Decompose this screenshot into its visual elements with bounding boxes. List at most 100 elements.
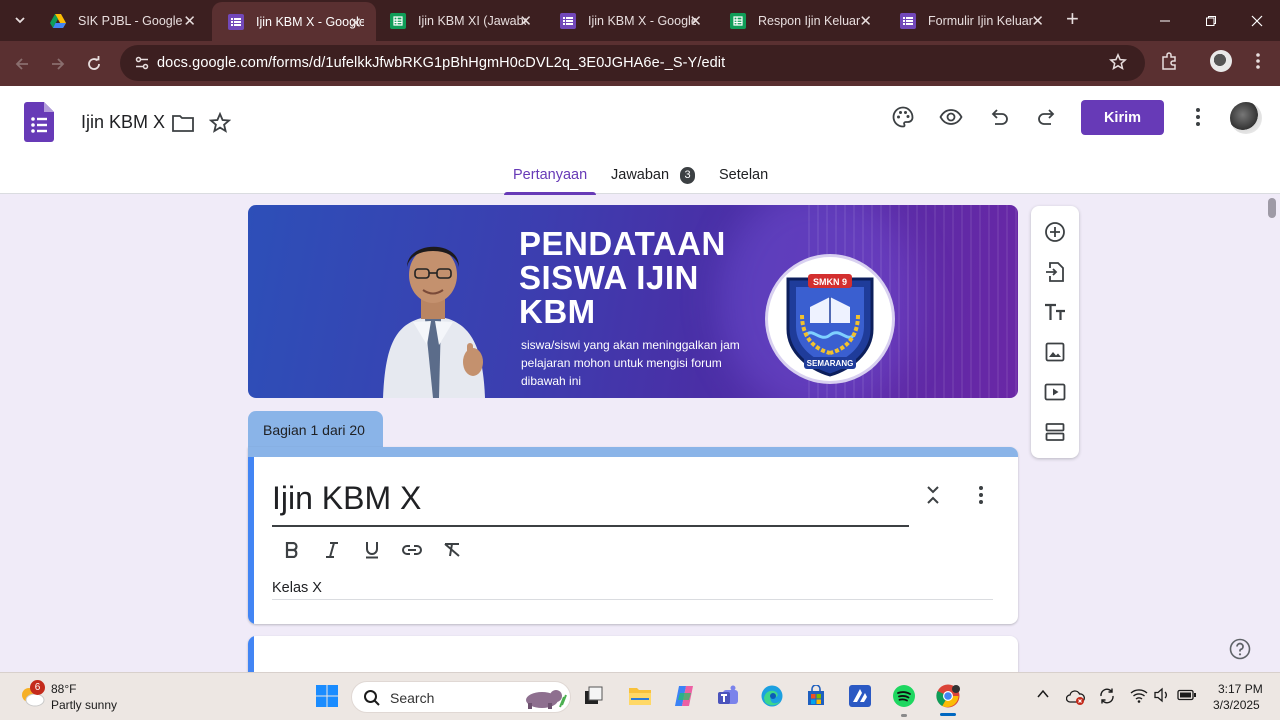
tab-title: Ijin KBM XI (Jawaban) — [418, 13, 526, 28]
battery-icon[interactable] — [1177, 687, 1197, 708]
weather-temperature[interactable]: 88°F — [51, 682, 76, 696]
folder-icon[interactable] — [168, 108, 198, 138]
taskbar-search-box[interactable]: Search — [351, 681, 571, 713]
tab-title: SIK PJBL - Google Drive — [78, 13, 186, 28]
account-avatar[interactable] — [1230, 102, 1262, 134]
search-highlight-image — [526, 690, 567, 709]
google-drive-icon — [50, 13, 66, 29]
section-label: Bagian 1 dari 20 — [248, 411, 383, 451]
google-forms-icon — [900, 12, 916, 29]
tab-responses[interactable]: Jawaban — [611, 167, 669, 195]
close-tab-icon[interactable]: ✕ — [689, 12, 702, 30]
spotify-icon[interactable] — [890, 682, 918, 710]
undo-icon[interactable] — [984, 102, 1014, 132]
browser-tab[interactable]: Ijin KBM XI (Jawaban) ✕ — [374, 0, 546, 41]
extensions-icon[interactable] — [1159, 51, 1179, 76]
google-forms-logo[interactable] — [24, 102, 54, 147]
volume-icon[interactable] — [1153, 687, 1171, 708]
banner-title: PENDATAAN SISWA IJIN KBM — [519, 225, 726, 330]
tab-questions[interactable]: Pertanyaan — [503, 167, 597, 195]
floating-question-toolbar — [1031, 206, 1079, 458]
microsoft-store-icon[interactable] — [802, 682, 830, 710]
collapse-section-icon[interactable] — [921, 483, 945, 507]
palette-icon[interactable] — [888, 102, 918, 132]
add-image-icon[interactable] — [1043, 340, 1067, 364]
tab-search-button[interactable] — [6, 6, 34, 34]
bookmark-star-icon[interactable] — [1108, 52, 1128, 76]
italic-icon[interactable] — [321, 539, 343, 561]
teams-icon[interactable] — [714, 682, 742, 710]
browser-tab[interactable]: Ijin KBM X - Google Forms ✕ — [544, 0, 716, 41]
form-description-input[interactable]: Kelas X — [272, 580, 322, 596]
clock-time[interactable]: 3:17 PM — [1218, 682, 1263, 696]
preview-eye-icon[interactable] — [936, 102, 966, 132]
browser-tab[interactable]: Formulir Ijin Keluar ✕ — [884, 0, 1058, 41]
minimize-icon[interactable] — [1142, 0, 1188, 41]
browser-tab-strip: SIK PJBL - Google Drive ✕ Ijin KBM X - G… — [0, 0, 1280, 41]
school-logo: SMKN 9 SEMARANG — [768, 257, 892, 381]
profile-avatar[interactable] — [1210, 50, 1232, 72]
star-icon[interactable] — [205, 108, 235, 138]
logo-top-text: SMKN 9 — [813, 277, 847, 287]
close-window-icon[interactable] — [1234, 0, 1280, 41]
add-question-icon[interactable] — [1043, 220, 1067, 244]
tab-settings[interactable]: Setelan — [719, 167, 768, 195]
bold-icon[interactable] — [281, 539, 303, 561]
back-icon[interactable] — [9, 51, 35, 77]
new-tab-button[interactable]: + — [1066, 8, 1079, 30]
search-label: Search — [390, 690, 435, 706]
address-bar[interactable]: docs.google.com/forms/d/1ufelkkJfwbRKG1p… — [120, 45, 1145, 81]
header-banner-image: PENDATAAN SISWA IJIN KBM siswa/siswi yan… — [248, 205, 1018, 398]
close-tab-icon[interactable]: ✕ — [349, 14, 362, 32]
file-explorer-icon[interactable] — [626, 682, 654, 710]
link-icon[interactable] — [401, 539, 423, 561]
windows-start-icon[interactable] — [313, 682, 341, 710]
browser-tab[interactable]: SIK PJBL - Google Drive ✕ — [34, 0, 210, 41]
forms-header: Ijin KBM X Kirim Pertanyaan Jawaban 3 Se… — [0, 86, 1280, 195]
page-scrollbar[interactable] — [1268, 198, 1276, 218]
task-view-icon[interactable] — [580, 682, 608, 710]
browser-tab-active[interactable]: Ijin KBM X - Google Forms ✕ — [212, 2, 376, 41]
close-tab-icon[interactable]: ✕ — [519, 12, 532, 30]
add-section-icon[interactable] — [1043, 420, 1067, 444]
responses-count-badge: 3 — [680, 167, 695, 184]
windows-taskbar: 6 88°F Partly sunny Search 3:17 PM 3/3/2… — [0, 672, 1280, 720]
chrome-icon[interactable] — [934, 682, 962, 710]
close-tab-icon[interactable]: ✕ — [859, 12, 872, 30]
wifi-icon[interactable] — [1130, 687, 1148, 708]
clock-date[interactable]: 3/3/2025 — [1213, 698, 1260, 712]
forward-icon[interactable] — [45, 51, 71, 77]
document-title[interactable]: Ijin KBM X — [81, 112, 165, 133]
copilot-icon[interactable] — [670, 682, 698, 710]
close-tab-icon[interactable]: ✕ — [1031, 12, 1044, 30]
google-forms-icon — [560, 12, 576, 29]
sync-icon[interactable] — [1098, 687, 1116, 710]
edge-browser-icon[interactable] — [758, 682, 786, 710]
onedrive-icon[interactable] — [1065, 689, 1086, 710]
add-video-icon[interactable] — [1043, 380, 1067, 404]
browser-tab[interactable]: Respon Ijin Keluar ✕ — [714, 0, 886, 41]
site-settings-icon[interactable] — [134, 55, 150, 76]
weather-notification-badge: 6 — [30, 680, 45, 695]
dev-app-icon[interactable] — [846, 682, 874, 710]
weather-condition[interactable]: Partly sunny — [51, 698, 117, 712]
clear-formatting-icon[interactable] — [441, 539, 463, 561]
import-questions-icon[interactable] — [1043, 260, 1067, 284]
help-icon[interactable] — [1229, 638, 1251, 660]
url-text: docs.google.com/forms/d/1ufelkkJfwbRKG1p… — [157, 55, 726, 71]
underline-icon[interactable] — [361, 539, 383, 561]
reload-icon[interactable] — [81, 51, 107, 77]
show-hidden-icons-chevron[interactable] — [1036, 687, 1050, 706]
close-tab-icon[interactable]: ✕ — [183, 12, 196, 30]
redo-icon[interactable] — [1032, 102, 1062, 132]
more-options-icon[interactable] — [1183, 102, 1213, 132]
section-more-icon[interactable] — [969, 483, 993, 507]
form-title-card[interactable]: Ijin KBM X Kelas X — [248, 447, 1018, 624]
restore-icon[interactable] — [1188, 0, 1234, 41]
browser-menu-icon[interactable] — [1250, 51, 1266, 76]
send-button[interactable]: Kirim — [1081, 100, 1164, 135]
question-card[interactable] — [248, 636, 1018, 676]
add-title-description-icon[interactable] — [1043, 300, 1067, 324]
google-sheets-icon — [390, 12, 406, 29]
form-title-input[interactable]: Ijin KBM X — [272, 480, 421, 517]
